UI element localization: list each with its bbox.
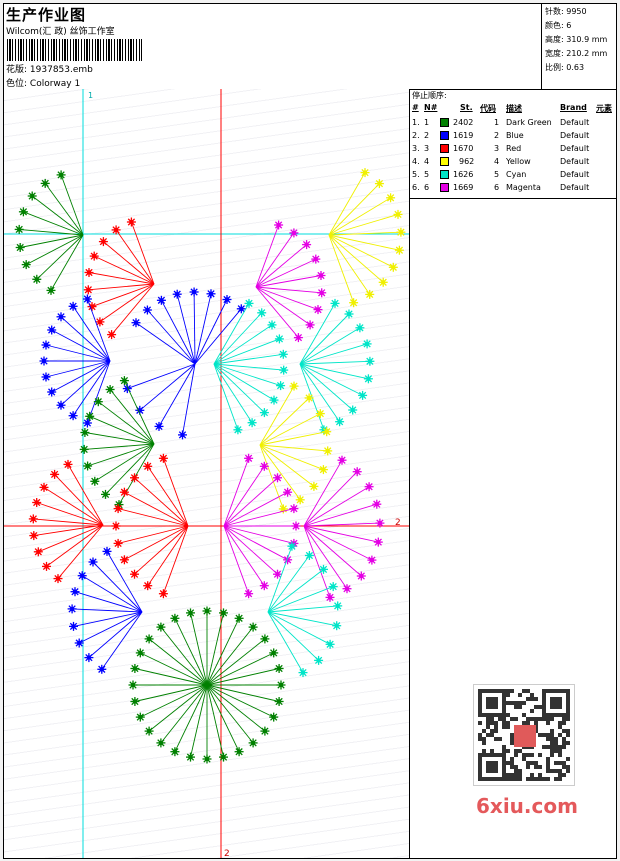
stat-colors: 颜色: 6 bbox=[545, 21, 572, 30]
colorway-value: Colorway 1 bbox=[29, 79, 81, 89]
col-header-stitches: St. bbox=[460, 103, 473, 112]
qr-stamp-logo bbox=[514, 725, 536, 747]
barcode bbox=[7, 39, 142, 61]
page-title: 生产作业图 bbox=[6, 6, 87, 24]
dandelion-motif bbox=[267, 541, 343, 678]
table-row[interactable]: 3. 3 1670 3 Red Default bbox=[410, 143, 616, 156]
color-swatch bbox=[440, 157, 449, 166]
col-header-brand: Brand bbox=[560, 103, 587, 112]
dandelion-motif bbox=[128, 606, 286, 764]
table-row[interactable]: 5. 5 1626 5 Cyan Default bbox=[410, 169, 616, 182]
colorway-info: 色位: Colorway 1 bbox=[6, 76, 80, 89]
dandelion-motif bbox=[223, 453, 301, 599]
design-label: 花版: bbox=[6, 65, 28, 75]
col-header-index: # bbox=[412, 103, 419, 112]
dandelion-motif bbox=[39, 294, 111, 428]
guide-label-right: 2 bbox=[395, 518, 401, 528]
production-worksheet: 生产作业图 Wilcom(汇 政) 丝饰工作室 花版: 1937853.emb … bbox=[3, 3, 617, 859]
dandelion-motif bbox=[299, 298, 375, 435]
dandelion-motif bbox=[79, 376, 155, 510]
color-swatch bbox=[440, 118, 449, 127]
dandelion-motif bbox=[67, 546, 143, 674]
design-preview-canvas[interactable]: 1 2 2 bbox=[4, 89, 410, 858]
qr-code bbox=[473, 684, 575, 786]
color-swatch bbox=[440, 131, 449, 140]
design-info: 花版: 1937853.emb bbox=[6, 62, 93, 75]
stat-height: 高度: 310.9 mm bbox=[545, 35, 608, 44]
colorway-label: 色位: bbox=[6, 79, 28, 89]
dandelion-motif bbox=[131, 287, 246, 365]
col-header-code: 代码 bbox=[480, 104, 496, 113]
color-swatch bbox=[440, 183, 449, 192]
stat-width: 宽度: 210.2 mm bbox=[545, 49, 608, 58]
company-name: Wilcom(汇 政) 丝饰工作室 bbox=[6, 27, 115, 37]
col-header-number: N# bbox=[424, 103, 438, 112]
table-row[interactable]: 4. 4 962 4 Yellow Default bbox=[410, 156, 616, 169]
design-stats: 针数: 9950 颜色: 6 高度: 310.9 mm 宽度: 210.2 mm… bbox=[541, 4, 617, 89]
stat-scale: 比例: 0.63 bbox=[545, 63, 585, 72]
col-header-element: 元素 bbox=[596, 104, 612, 113]
table-divider bbox=[410, 198, 616, 199]
stop-sequence-title: 停止顺序: bbox=[412, 91, 447, 100]
color-swatch bbox=[440, 144, 449, 153]
watermark: 6xiu.com bbox=[476, 794, 578, 818]
stop-sequence-panel: 停止顺序: # N# St. 代码 描述 Brand 元素 1. 1 2402 … bbox=[410, 89, 616, 858]
guide-label-bottom: 2 bbox=[224, 849, 230, 858]
dandelion-motif bbox=[83, 217, 155, 340]
color-swatch bbox=[440, 170, 449, 179]
worksheet-header: 生产作业图 Wilcom(汇 政) 丝饰工作室 花版: 1937853.emb … bbox=[4, 4, 616, 90]
table-row[interactable]: 1. 1 2402 1 Dark Green Default bbox=[410, 117, 616, 130]
dandelion-motif bbox=[259, 381, 333, 514]
dandelion-motif bbox=[14, 170, 84, 295]
col-header-description: 描述 bbox=[506, 104, 522, 113]
dandelion-motif bbox=[255, 220, 327, 343]
table-row[interactable]: 2. 2 1619 2 Blue Default bbox=[410, 130, 616, 143]
dandelion-motif bbox=[111, 453, 189, 599]
qr-code-pattern bbox=[478, 689, 570, 781]
dandelion-motif bbox=[303, 455, 385, 602]
design-file: 1937853.emb bbox=[29, 65, 93, 75]
embroidery-design-preview: 1 2 2 bbox=[4, 89, 409, 858]
dandelion-motif bbox=[213, 298, 289, 435]
dandelion-motif bbox=[328, 168, 406, 308]
stat-stitches: 针数: 9950 bbox=[545, 7, 587, 16]
table-row[interactable]: 6. 6 1669 6 Magenta Default bbox=[410, 182, 616, 195]
guide-label-top: 1 bbox=[88, 91, 93, 100]
